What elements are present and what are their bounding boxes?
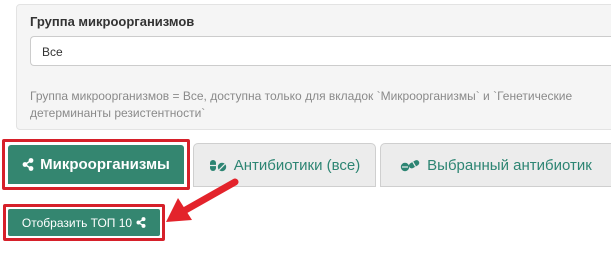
capsule-icon [400, 158, 420, 172]
tab-label: Антибиотики (все) [233, 156, 361, 174]
pills-icon [209, 158, 227, 172]
tab-label: Выбранный антибиотик [427, 156, 592, 174]
filter-label: Группа микроорганизмов [30, 14, 195, 29]
tab-label: Микроорганизмы [40, 156, 170, 173]
filter-panel: Группа микроорганизмов Все Группа микроо… [16, 4, 611, 130]
tab-selected-antibiotic[interactable]: Выбранный антибиотик [380, 143, 611, 187]
filter-help-text: Группа микроорганизмов = Все, доступна т… [30, 89, 573, 120]
button-label: Отобразить ТОП 10 [21, 215, 133, 230]
top-button-highlight: Отобразить ТОП 10 [3, 204, 165, 241]
share-icon [22, 158, 34, 171]
show-top10-button[interactable]: Отобразить ТОП 10 [8, 209, 160, 236]
share-icon [136, 217, 146, 228]
red-arrow-annotation [166, 178, 239, 222]
microorganism-group-select[interactable]: Все [30, 36, 611, 66]
